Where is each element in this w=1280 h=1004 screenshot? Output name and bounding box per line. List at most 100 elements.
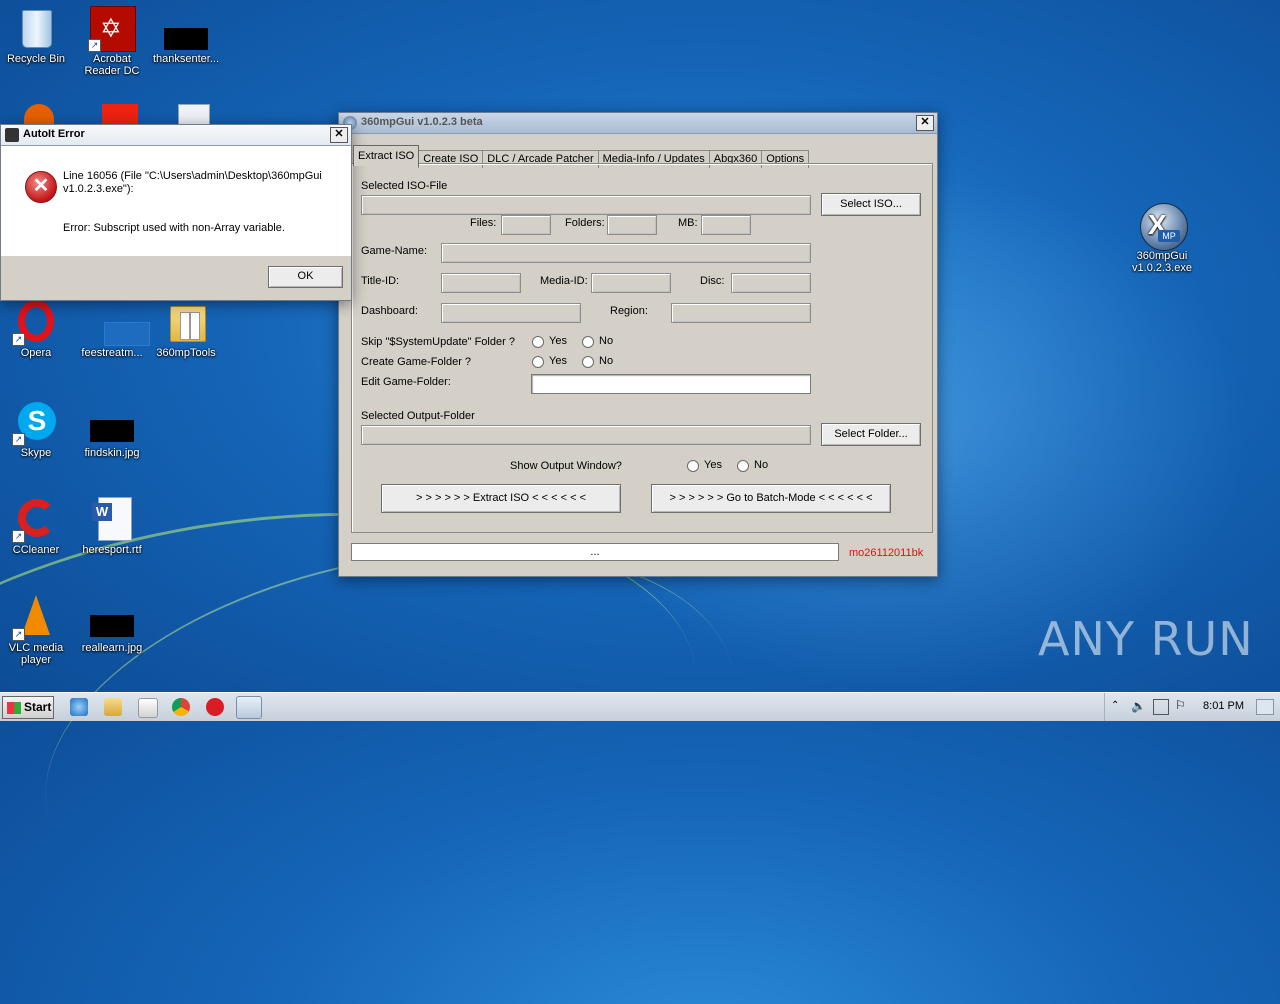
vlc-icon: ↗: [12, 595, 58, 641]
create-folder-yes-label: Yes: [549, 355, 567, 367]
desktop-icon-vlc[interactable]: ↗ VLC media player: [0, 595, 72, 666]
error-dialog[interactable]: AutoIt Error ✕ ✕ Line 16056 (File "C:\Us…: [0, 124, 352, 301]
error-body: ✕ Line 16056 (File "C:\Users\admin\Deskt…: [1, 146, 351, 256]
disc-field: [731, 273, 811, 293]
360mpgui-icon: X MP: [1140, 203, 1188, 251]
ok-button[interactable]: OK: [268, 266, 343, 288]
opera-taskbar-icon[interactable]: [206, 698, 224, 716]
360mpgui-taskbar-icon[interactable]: [236, 696, 262, 719]
icon-label: 360mpTools: [156, 347, 216, 359]
icon-label: 360mpGui v1.0.2.3.exe: [1132, 250, 1192, 274]
explorer-folder-icon[interactable]: [104, 698, 122, 716]
select-folder-button[interactable]: Select Folder...: [821, 423, 921, 446]
show-output-yes-radio[interactable]: [687, 460, 699, 472]
create-folder-no-radio[interactable]: [582, 356, 594, 368]
game-name-label: Game-Name:: [361, 245, 428, 257]
region-label: Region:: [610, 305, 648, 317]
taskbar: Start ⌃ 🔈 ⚐ 8:01 PM: [0, 692, 1280, 721]
edit-folder-input[interactable]: [531, 374, 811, 394]
skype-icon: S ↗: [12, 400, 58, 446]
close-icon[interactable]: ✕: [916, 115, 934, 131]
dashboard-label: Dashboard:: [361, 305, 418, 317]
app-window-360mpgui[interactable]: 360mpGui v1.0.2.3 beta ✕ Extract ISO Crea…: [338, 112, 938, 577]
desktop-icon-ccleaner[interactable]: ↗ CCleaner: [0, 497, 72, 556]
ie-icon[interactable]: [70, 698, 88, 716]
author-credit: mo26112011bk: [849, 547, 924, 559]
desktop-icon-360mptools[interactable]: 360mpTools: [150, 300, 222, 359]
tray-expand-icon[interactable]: ⌃: [1111, 700, 1119, 711]
output-folder-field: [361, 425, 811, 445]
output-folder-label: Selected Output-Folder: [361, 410, 475, 422]
selected-iso-label: Selected ISO-File: [361, 180, 448, 192]
batch-mode-button[interactable]: > > > > > > Go to Batch-Mode < < < < < <: [651, 484, 891, 513]
selected-iso-field: [361, 195, 811, 215]
system-tray: ⌃ 🔈 ⚐ 8:01 PM: [1104, 693, 1280, 721]
file-thumbnail-icon: [90, 300, 150, 346]
error-title: AutoIt Error: [23, 128, 85, 140]
icon-label: Opera: [20, 347, 52, 359]
folders-field: [607, 215, 657, 235]
desktop-icon-recycle-bin[interactable]: Recycle Bin: [0, 6, 72, 65]
network-icon[interactable]: [1153, 699, 1169, 715]
desktop-icon-thanksenter[interactable]: thanksenter...: [150, 6, 222, 65]
folders-label: Folders:: [565, 217, 605, 229]
desktop-icon-findskin[interactable]: findskin.jpg: [76, 400, 148, 459]
icon-label: Acrobat Reader DC: [84, 53, 140, 77]
error-message: Error: Subscript used with non-Array var…: [63, 222, 285, 234]
desktop-icon-heresport[interactable]: W heresport.rtf: [76, 497, 148, 556]
tab-bar: Extract ISO Create ISO DLC / Arcade Patche…: [353, 145, 810, 168]
desktop-icon-reallearn[interactable]: reallearn.jpg: [76, 595, 148, 654]
app-title: 360mpGui v1.0.2.3 beta: [361, 116, 483, 128]
action-center-flag-icon[interactable]: ⚐: [1175, 698, 1186, 712]
file-thumbnail-icon: [90, 400, 134, 444]
mb-field: [701, 215, 751, 235]
close-icon[interactable]: ✕: [330, 127, 348, 143]
select-iso-button[interactable]: Select ISO...: [821, 193, 921, 216]
tab-extract-iso[interactable]: Extract ISO: [353, 145, 420, 166]
title-id-label: Title-ID:: [361, 275, 400, 287]
error-line1: Line 16056 (File "C:\Users\admin\Desktop…: [63, 170, 322, 182]
folder-icon: [164, 300, 208, 344]
windows-flag-icon: [7, 701, 21, 714]
show-output-no-label: No: [754, 459, 769, 471]
desktop-icon-skype[interactable]: S ↗ Skype: [0, 400, 72, 459]
skip-update-yes-radio[interactable]: [532, 336, 544, 348]
autoit-icon: [5, 128, 19, 142]
media-id-field: [591, 273, 671, 293]
ccleaner-icon: ↗: [12, 497, 58, 543]
extract-iso-panel: Selected ISO-File Select ISO... Files: F…: [351, 163, 933, 533]
icon-label: reallearn.jpg: [81, 642, 143, 654]
desktop-icon-360mpgui[interactable]: X MP 360mpGui v1.0.2.3.exe: [1126, 203, 1198, 274]
title-id-field: [441, 273, 521, 293]
icon-label: Skype: [20, 447, 52, 459]
acrobat-icon: ✡ ↗: [88, 6, 136, 52]
region-field: [671, 303, 811, 323]
skip-update-no-radio[interactable]: [582, 336, 594, 348]
desktop-icon-opera[interactable]: ↗ Opera: [0, 300, 72, 359]
create-folder-no-label: No: [599, 355, 614, 367]
show-output-label: Show Output Window?: [510, 460, 622, 472]
file-thumbnail-icon: [90, 595, 134, 639]
media-player-icon[interactable]: [138, 698, 158, 718]
desktop-icon-feestreatm[interactable]: feestreatm...: [76, 300, 150, 359]
icon-label: VLC media player: [8, 642, 64, 666]
show-desktop-button[interactable]: [1256, 699, 1274, 715]
app-titlebar[interactable]: 360mpGui v1.0.2.3 beta ✕: [339, 113, 937, 134]
error-titlebar[interactable]: AutoIt Error ✕: [1, 125, 351, 146]
volume-icon[interactable]: 🔈: [1131, 699, 1146, 713]
start-button[interactable]: Start: [2, 696, 54, 719]
edit-folder-label: Edit Game-Folder:: [361, 376, 451, 388]
extract-iso-button[interactable]: > > > > > > Extract ISO < < < < < <: [381, 484, 621, 513]
create-folder-label: Create Game-Folder ?: [361, 356, 472, 368]
create-folder-yes-radio[interactable]: [532, 356, 544, 368]
file-thumbnail-icon: [164, 6, 208, 50]
opera-icon: ↗: [12, 300, 58, 346]
clock[interactable]: 8:01 PM: [1203, 700, 1244, 712]
game-name-field: [441, 243, 811, 263]
show-output-no-radio[interactable]: [737, 460, 749, 472]
icon-label: heresport.rtf: [82, 544, 142, 556]
desktop-icon-acrobat[interactable]: ✡ ↗ Acrobat Reader DC: [76, 6, 148, 77]
error-line2: v1.0.2.3.exe"):: [63, 183, 134, 195]
word-doc-icon: W: [90, 497, 134, 541]
chrome-icon[interactable]: [172, 698, 190, 716]
